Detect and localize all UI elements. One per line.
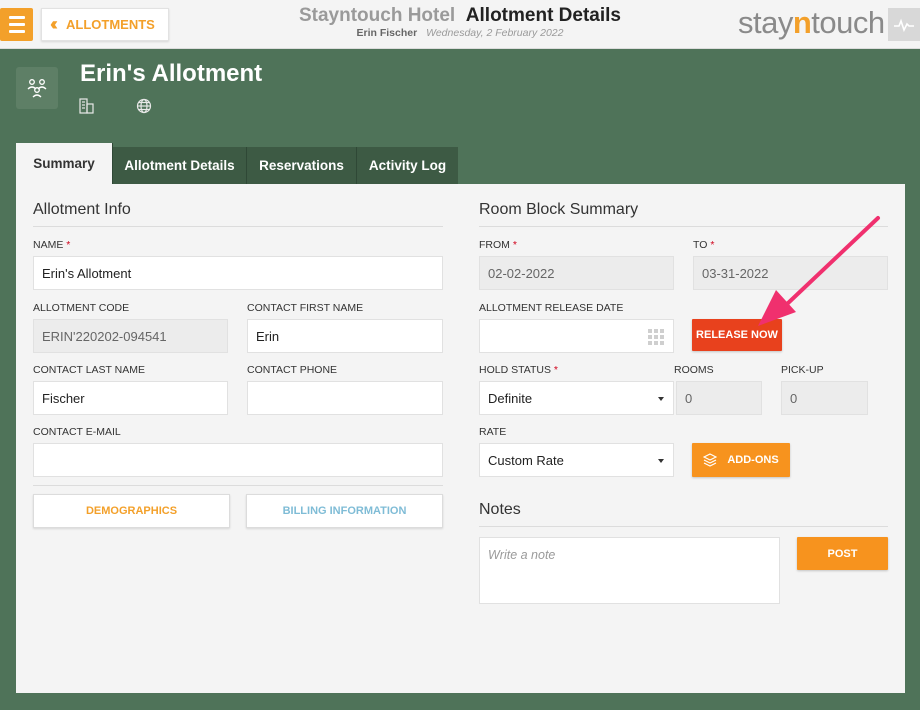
- annotation-arrow: [758, 216, 880, 326]
